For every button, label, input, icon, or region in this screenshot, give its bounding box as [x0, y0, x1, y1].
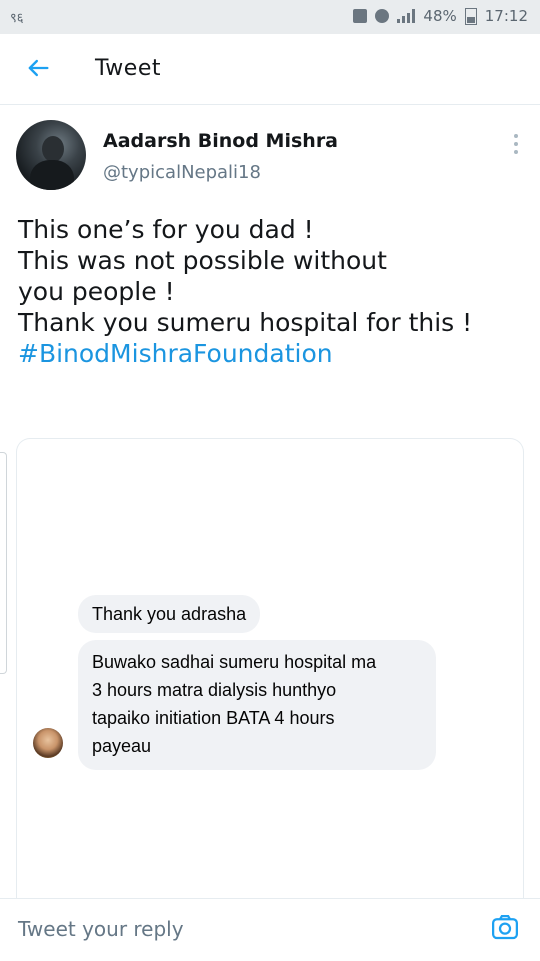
tweet-line: you people ! [18, 277, 175, 306]
reply-bar[interactable]: Tweet your reply [0, 898, 540, 961]
author-handle[interactable]: @typicalNepali18 [103, 162, 261, 183]
more-options-icon[interactable] [512, 134, 520, 158]
avatar[interactable] [16, 120, 86, 190]
sender-avatar [33, 728, 63, 758]
tweet-text: This one’s for you dad ! This was not po… [18, 214, 528, 369]
chat-line: payeau [92, 736, 152, 756]
tweet-line: This one’s for you dad ! [18, 215, 314, 244]
status-time: 17:12 [484, 7, 528, 25]
chat-bubble: Thank you adrasha [78, 595, 261, 633]
status-left-text: ९६ [10, 11, 24, 26]
signal-icon [397, 9, 416, 23]
author-name[interactable]: Aadarsh Binod Mishra [103, 130, 338, 152]
alarm-icon [375, 9, 390, 23]
edge-handle [0, 452, 7, 674]
battery-percent: 48% [423, 7, 457, 25]
chat-line: 3 hours matra dialysis hunthyo [92, 680, 337, 700]
status-right: 48% 17:12 [353, 7, 528, 25]
battery-icon [464, 7, 477, 25]
arrow-left-icon[interactable] [24, 54, 52, 82]
top-bar: Tweet [0, 34, 540, 105]
tweet-line: Thank you sumeru hospital for this ! [18, 308, 473, 337]
reply-input[interactable]: Tweet your reply [18, 917, 184, 941]
chat-line: tapaiko initiation BATA 4 hours [92, 708, 335, 728]
hashtag-link[interactable]: #BinodMishraFoundation [18, 338, 528, 369]
status-bar: ९६ 48% 17:12 [0, 0, 540, 34]
chat-bubble: Buwako sadhai sumeru hospital ma 3 hours… [78, 640, 436, 770]
chat-line: Buwako sadhai sumeru hospital ma [92, 652, 377, 672]
tweet-line: This was not possible without [18, 246, 387, 275]
camera-icon[interactable] [490, 913, 520, 943]
notification-icon [353, 9, 368, 23]
tweet-author: Aadarsh Binod Mishra @typicalNepali18 [0, 104, 540, 204]
page-title: Tweet [95, 56, 161, 81]
